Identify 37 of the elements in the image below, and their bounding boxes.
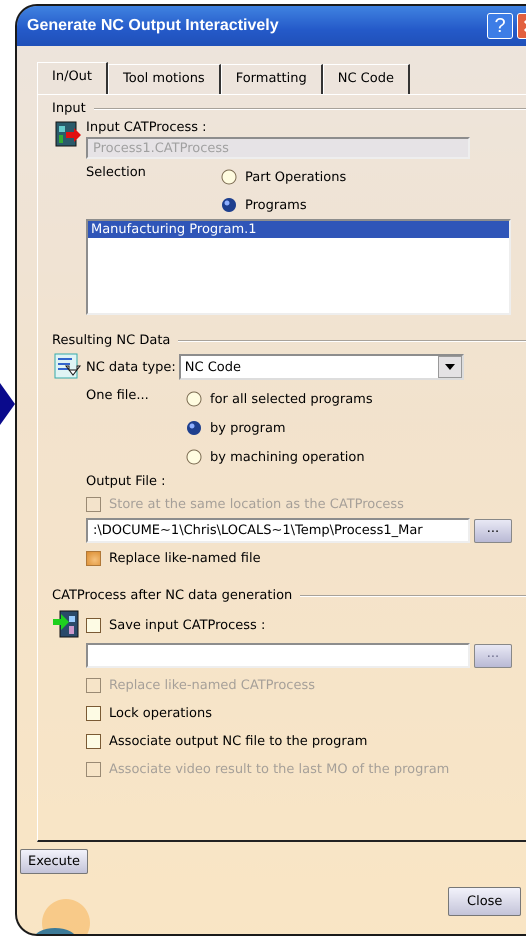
radio-circle-icon <box>221 169 237 185</box>
section-title: Input <box>52 101 86 116</box>
field-label: Input CATProcess : <box>86 120 208 135</box>
help-button[interactable]: ? <box>487 13 513 39</box>
checkbox[interactable]: Save input CATProcess : <box>86 618 266 632</box>
close-button[interactable]: Close <box>448 887 522 916</box>
section-title: Resulting NC Data <box>52 333 170 348</box>
arrow-icon <box>0 383 15 425</box>
radio-option[interactable]: by machining operation <box>186 449 373 465</box>
radio-option[interactable]: Programs <box>221 197 346 213</box>
output-path-field[interactable]: :\DOCUME~1\Chris\LOCALS~1\Temp\Process1_Mar <box>86 518 470 543</box>
data-type-dropdown[interactable]: NC Code <box>178 354 464 380</box>
tab[interactable]: NC Code <box>322 64 410 94</box>
checkbox[interactable]: Replace like-named file <box>86 551 261 566</box>
field-label: NC data type: <box>86 360 176 374</box>
checkbox[interactable]: Associate output NC file to the program <box>86 734 526 749</box>
browse-button[interactable]: ... <box>474 518 512 542</box>
radio-circle-icon <box>186 391 202 407</box>
radio-circle-icon <box>186 420 202 436</box>
radio-option[interactable]: Part Operations <box>221 169 346 185</box>
tab[interactable]: Tool motions <box>108 64 221 94</box>
tab[interactable]: In/Out <box>37 62 108 94</box>
section-title: CATProcess after NC data generation <box>52 588 292 603</box>
radio-circle-icon <box>221 197 237 213</box>
caret-icon <box>444 364 455 370</box>
list-item[interactable]: Manufacturing Program.1 <box>88 221 509 238</box>
execute-button[interactable]: Execute <box>20 849 88 874</box>
field-label: Output File : <box>86 474 166 489</box>
save-path-field[interactable] <box>86 643 470 668</box>
checkbox[interactable]: Lock operations <box>86 706 526 721</box>
field-label: Selection <box>86 165 147 180</box>
radio-option[interactable]: for all selected programs <box>186 391 373 407</box>
radio-circle-icon <box>186 449 202 465</box>
tab[interactable]: Formatting <box>220 64 323 94</box>
field-label: One file... <box>86 388 150 403</box>
radio-option[interactable]: by program <box>186 420 373 436</box>
window-title: Generate NC Output Interactively <box>27 17 280 35</box>
